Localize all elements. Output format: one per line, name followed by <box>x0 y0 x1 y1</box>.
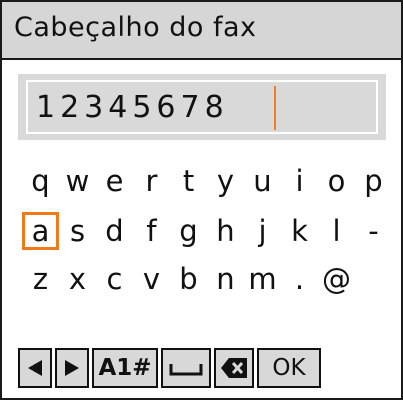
keyboard-row-2: a s d f g h j k l - <box>22 212 392 250</box>
page-title: Cabeçalho do fax <box>14 12 257 43</box>
ok-button[interactable]: OK <box>257 348 321 388</box>
key-g[interactable]: g <box>170 212 207 250</box>
keyboard-row-1: q w e r t y u i o p <box>22 162 392 200</box>
key-v[interactable]: v <box>133 260 170 298</box>
text-input-field[interactable]: 12345678 <box>18 74 386 140</box>
key-k[interactable]: k <box>281 212 318 250</box>
key-d[interactable]: d <box>96 212 133 250</box>
backspace-icon <box>221 358 247 378</box>
fax-header-editor: Cabeçalho do fax 12345678 q w e r t y u … <box>0 0 403 400</box>
key-period[interactable]: . <box>281 260 318 298</box>
left-arrow-icon <box>28 360 42 376</box>
key-y[interactable]: y <box>207 162 244 200</box>
right-arrow-icon <box>65 360 79 376</box>
key-x[interactable]: x <box>59 260 96 298</box>
space-button[interactable] <box>161 348 211 388</box>
key-z[interactable]: z <box>22 260 59 298</box>
key-u[interactable]: u <box>244 162 281 200</box>
key-b[interactable]: b <box>170 260 207 298</box>
key-i[interactable]: i <box>281 162 318 200</box>
key-w[interactable]: w <box>59 162 96 200</box>
key-p[interactable]: p <box>355 162 392 200</box>
key-a[interactable]: a <box>22 212 59 250</box>
key-f[interactable]: f <box>133 212 170 250</box>
key-at[interactable]: @ <box>318 260 355 298</box>
key-j[interactable]: j <box>244 212 281 250</box>
text-cursor <box>274 86 276 130</box>
key-r[interactable]: r <box>133 162 170 200</box>
key-h[interactable]: h <box>207 212 244 250</box>
key-q[interactable]: q <box>22 162 59 200</box>
cursor-right-button[interactable] <box>55 348 89 388</box>
key-n[interactable]: n <box>207 260 244 298</box>
input-mode-button[interactable]: A1# <box>92 348 158 388</box>
key-hyphen[interactable]: - <box>355 212 392 250</box>
key-c[interactable]: c <box>96 260 133 298</box>
cursor-left-button[interactable] <box>18 348 52 388</box>
text-input-inner: 12345678 <box>26 80 378 134</box>
key-e[interactable]: e <box>96 162 133 200</box>
key-o[interactable]: o <box>318 162 355 200</box>
keyboard-row-3: z x c v b n m . @ <box>22 260 355 298</box>
input-value: 12345678 <box>36 90 229 125</box>
key-m[interactable]: m <box>244 260 281 298</box>
header-bar: Cabeçalho do fax <box>2 2 401 60</box>
space-icon <box>169 364 203 376</box>
backspace-button[interactable] <box>214 348 254 388</box>
bottom-toolbar: A1# OK <box>18 348 321 388</box>
key-s[interactable]: s <box>59 212 96 250</box>
key-t[interactable]: t <box>170 162 207 200</box>
key-l[interactable]: l <box>318 212 355 250</box>
